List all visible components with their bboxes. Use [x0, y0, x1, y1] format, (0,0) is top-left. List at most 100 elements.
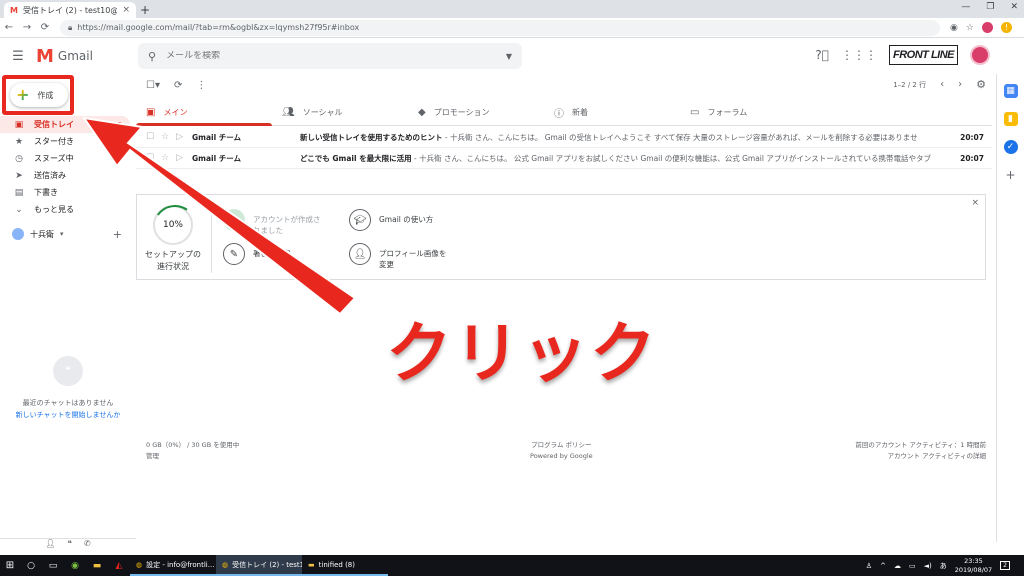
email-sender: Gmail チーム	[192, 132, 242, 142]
importance-icon[interactable]: ▷	[176, 153, 183, 163]
tab-updates[interactable]: ⓘ 新着	[544, 100, 680, 125]
email-snippet: - 十兵衛 さん、こんにちは。 Gmail の受信トレイへようこそ すべて保存 …	[442, 132, 918, 142]
email-row[interactable]: ☐ ☆ ▷ Gmail チーム どこでも Gmail を最大限に活用 - 十兵衛…	[136, 148, 992, 169]
tab-social[interactable]: 👥︎ ソーシャル	[272, 100, 408, 125]
chat-bubble-icon: ❝	[53, 356, 83, 386]
add-addon-icon[interactable]: +	[1004, 168, 1018, 182]
tab-promotions[interactable]: ◆ プロモーション	[408, 100, 544, 125]
folder-icon: ▬	[308, 560, 315, 569]
task-label: 署名を設定	[253, 249, 291, 258]
gmail-favicon-icon: M	[10, 5, 18, 15]
tasks-icon[interactable]: ✓	[1003, 140, 1018, 154]
graduation-cap-icon: 🎓︎	[349, 209, 371, 231]
email-row[interactable]: ☐ ☆ ▷ Gmail チーム 新しい受信トレイを使用するためのヒント - 十兵…	[136, 127, 992, 148]
main-menu-icon[interactable]: ☰	[0, 49, 36, 64]
hangouts-account[interactable]: 十兵衛 ▾ +	[0, 226, 130, 242]
tab-forums[interactable]: ▭ フォーラム	[680, 100, 816, 125]
taskbar-item-label: 受信トレイ (2) - test1...	[232, 560, 302, 569]
select-all-checkbox[interactable]: ☐▾	[146, 80, 160, 91]
battery-icon[interactable]: ▭	[909, 562, 916, 570]
eye-icon[interactable]: ◉	[950, 23, 958, 33]
forward-icon[interactable]: →	[18, 22, 36, 33]
tab-primary[interactable]: ▣ メイン	[136, 100, 272, 126]
sidebar-item-snoozed[interactable]: ◷ スヌーズ中	[0, 150, 130, 167]
close-window-button[interactable]: ✕	[1010, 2, 1018, 12]
side-panel-rail: ▦ ▮ ✓ +	[996, 74, 1024, 542]
minimize-button[interactable]: —	[961, 2, 970, 12]
calendar-icon[interactable]: ▦	[1003, 84, 1018, 98]
maximize-button[interactable]: ❐	[986, 2, 994, 12]
explorer-icon[interactable]: ▬	[86, 555, 108, 576]
prev-page-icon[interactable]: ‹	[940, 79, 944, 90]
help-icon[interactable]: ?⃝	[815, 48, 829, 62]
taskbar-item-inbox[interactable]: ◍ 受信トレイ (2) - test1...	[216, 555, 302, 576]
contacts-icon[interactable]: 👤︎	[45, 539, 55, 550]
taskbar-item-settings[interactable]: ◍ 設定 - info@frontli...	[130, 555, 216, 576]
browser-tab[interactable]: M 受信トレイ (2) - test10@frontline ×	[4, 2, 136, 18]
email-preview: 新しい受信トレイを使用するためのヒント - 十兵衛 さん、こんにちは。 Gmai…	[300, 132, 952, 143]
windows-taskbar: ⊞ ○ ▭ ◉ ▬ ◭ ◍ 設定 - info@frontli... ◍ 受信ト…	[0, 555, 1024, 576]
star-toggle-icon[interactable]: ☆	[161, 153, 169, 163]
sidebar-item-inbox[interactable]: ▣ 受信トレイ 2	[0, 116, 130, 133]
windows-start-icon[interactable]: ⊞	[0, 560, 20, 571]
new-tab-button[interactable]: +	[140, 3, 150, 17]
search-input[interactable]	[166, 51, 496, 61]
star-icon: ★	[14, 136, 24, 147]
setup-progress-card: × 10% セットアップの 進行状況 ✓ アカウントが作成されました 🎓︎ Gm…	[136, 194, 986, 280]
pager: 1–2 / 2 行 ‹ › ⚙	[893, 78, 986, 91]
add-chat-icon[interactable]: +	[113, 228, 122, 241]
omnibox[interactable]: 🔒︎ https://mail.google.com/mail/?tab=rm&…	[60, 19, 940, 36]
activity-details-link[interactable]: アカウント アクティビティの詳細	[855, 451, 986, 462]
importance-icon[interactable]: ▷	[176, 132, 183, 142]
taskbar-item-tinified[interactable]: ▬ tinified (8)	[302, 555, 388, 576]
notification-icon[interactable]: 2	[1000, 561, 1010, 570]
bookmark-star-icon[interactable]: ☆	[966, 23, 974, 33]
clock[interactable]: 23:35 2019/08/07	[955, 557, 992, 575]
next-page-icon[interactable]: ›	[958, 79, 962, 90]
acrobat-icon[interactable]: ◭	[108, 555, 130, 576]
keep-icon[interactable]: ▮	[1003, 112, 1018, 126]
compose-label: 作成	[37, 90, 54, 100]
task-view-icon[interactable]: ▭	[42, 555, 64, 576]
settings-gear-icon[interactable]: ⚙	[976, 78, 986, 91]
compose-button[interactable]: + 作成	[10, 83, 68, 107]
setup-label-line: セットアップの	[145, 250, 201, 259]
setup-task-signature[interactable]: ✎ 署名を設定	[223, 243, 321, 265]
search-options-icon[interactable]: ▼	[506, 52, 512, 61]
sidebar-item-drafts[interactable]: ▤ 下書き	[0, 184, 130, 201]
star-toggle-icon[interactable]: ☆	[161, 132, 169, 142]
profile-avatar-icon[interactable]	[981, 22, 993, 33]
reload-icon[interactable]: ⟳	[36, 22, 54, 33]
close-icon[interactable]: ×	[971, 198, 979, 208]
more-options-icon[interactable]: ⋮	[196, 80, 206, 91]
row-checkbox[interactable]: ☐	[146, 153, 154, 163]
sidebar-item-more[interactable]: ⌄ もっと見る	[0, 201, 130, 218]
back-icon[interactable]: ←	[0, 22, 18, 33]
gmail-logo[interactable]: M Gmail	[36, 46, 138, 67]
refresh-icon[interactable]: ⟳	[174, 80, 182, 91]
start-chat-link[interactable]: 新しいチャットを開始しませんか	[0, 410, 136, 420]
manage-storage-link[interactable]: 管理	[146, 451, 239, 462]
close-tab-icon[interactable]: ×	[122, 5, 130, 15]
phone-icon[interactable]: ✆	[84, 539, 91, 550]
people-icon[interactable]: ♙	[866, 562, 872, 570]
ime-icon[interactable]: あ	[940, 561, 947, 571]
setup-task-learn-gmail[interactable]: 🎓︎ Gmail の使い方	[349, 209, 469, 231]
row-checkbox[interactable]: ☐	[146, 132, 154, 142]
account-avatar[interactable]	[970, 45, 990, 65]
search-icon[interactable]: ○	[20, 555, 42, 576]
app-green-icon[interactable]: ◉	[64, 555, 86, 576]
row-controls: ☐ ☆ ▷	[146, 153, 192, 163]
tray-expand-icon[interactable]: ^	[880, 562, 886, 570]
sidebar-item-sent[interactable]: ➤ 送信済み	[0, 167, 130, 184]
volume-icon[interactable]: ◄)	[924, 562, 932, 570]
onedrive-icon[interactable]: ☁	[894, 562, 901, 570]
setup-task-profile-image[interactable]: 👤︎ プロフィール画像を変更	[349, 243, 451, 270]
browser-tab-bar: M 受信トレイ (2) - test10@frontline × + — ❐ ✕	[0, 0, 1024, 18]
sidebar-item-starred[interactable]: ★ スター付き	[0, 133, 130, 150]
apps-grid-icon[interactable]: ⋮⋮⋮	[841, 48, 877, 62]
program-policy-link[interactable]: プログラム ポリシー	[530, 440, 593, 451]
update-icon[interactable]: !	[1000, 22, 1012, 33]
search-icon[interactable]: ⚲	[148, 50, 156, 63]
hangouts-icon[interactable]: ❝	[68, 539, 72, 550]
